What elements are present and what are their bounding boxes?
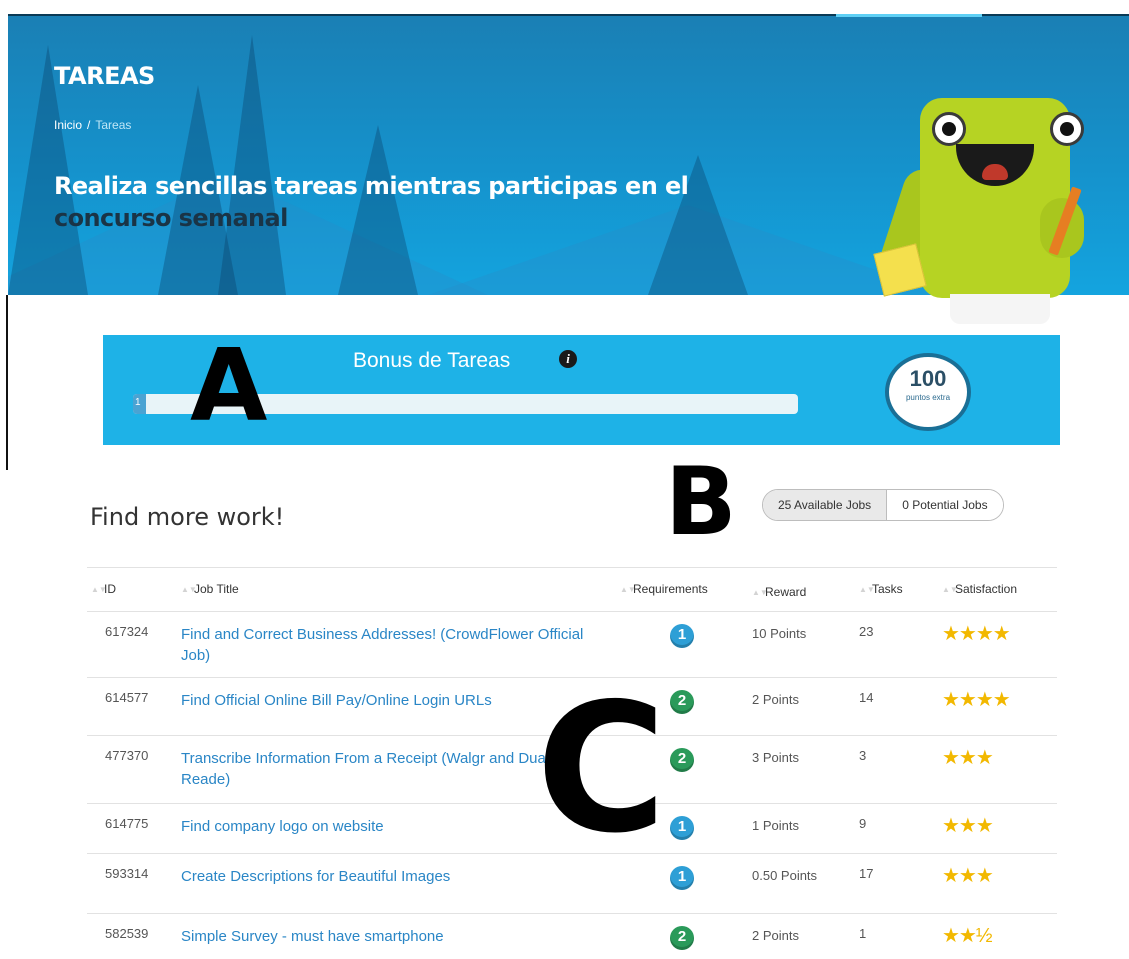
bonus-title: Bonus de Tareas <box>353 349 511 372</box>
annotation-letter-b: B <box>665 448 737 557</box>
job-title-link[interactable]: Find company logo on website <box>181 818 384 835</box>
satisfaction-rating: ★★★★ <box>942 624 1057 644</box>
breadcrumb-home-link[interactable]: Inicio <box>54 118 82 132</box>
level-badge-icon: 1 <box>670 816 694 840</box>
mascot-base <box>950 294 1050 324</box>
column-header-tasks-label: Tasks <box>872 582 903 596</box>
annotation-letter-a: A <box>190 327 268 444</box>
star-rating-icon: ★★½ <box>942 925 993 947</box>
column-header-tasks[interactable]: ▲▼Tasks <box>859 582 939 596</box>
headline-text: Realiza sencillas tareas mientras partic… <box>54 172 689 200</box>
mascot-left-eye <box>932 112 966 146</box>
bonus-points-value: 100 <box>909 366 947 391</box>
job-id: 614775 <box>105 816 149 831</box>
bonus-progress-label: 1 <box>135 397 141 408</box>
column-header-id-label: ID <box>104 582 116 596</box>
column-header-title[interactable]: ▲▼Job Title <box>181 582 611 596</box>
job-title-link[interactable]: Transcribe Information From a Receipt (W… <box>181 750 563 788</box>
job-reward: 2 Points <box>752 928 799 943</box>
satisfaction-rating: ★★★ <box>942 816 1057 836</box>
job-tasks: 17 <box>859 866 874 881</box>
satisfaction-rating: ★★★ <box>942 748 1057 768</box>
star-rating-icon: ★★★ <box>942 815 994 837</box>
sort-icon: ▲▼ <box>620 585 636 595</box>
column-header-title-label: Job Title <box>194 582 239 596</box>
sort-icon: ▲▼ <box>859 585 875 595</box>
table-header-row: ▲▼ID ▲▼Job Title ▲▼Requirements ▲▼Reward… <box>87 567 1057 611</box>
bonus-points-caption: puntos extra <box>905 393 951 402</box>
column-header-requirements-label: Requirements <box>633 582 708 596</box>
sort-icon: ▲▼ <box>91 585 107 595</box>
column-header-satisfaction-label: Satisfaction <box>955 582 1018 596</box>
mascot-right-eye <box>1050 112 1084 146</box>
monster-mascot-illustration <box>870 98 1110 338</box>
column-header-id[interactable]: ▲▼ID <box>87 582 177 596</box>
star-rating-icon: ★★★ <box>942 747 994 769</box>
satisfaction-rating: ★★★★ <box>942 690 1057 710</box>
sort-icon: ▲▼ <box>752 587 768 597</box>
page-title: TAREAS <box>54 62 155 90</box>
job-reward: 3 Points <box>752 750 799 765</box>
job-reward: 10 Points <box>752 626 807 641</box>
left-divider <box>6 295 8 470</box>
star-rating-icon: ★★★★ <box>942 689 1011 711</box>
banner-headline: Realiza sencillas tareas mientras partic… <box>54 170 794 234</box>
available-jobs-tab[interactable]: 25 Available Jobs <box>763 490 887 520</box>
level-badge-icon: 2 <box>670 690 694 714</box>
level-badge-icon: 2 <box>670 926 694 950</box>
job-id: 582539 <box>105 926 149 941</box>
job-title-link[interactable]: Find and Correct Business Addresses! (Cr… <box>181 626 583 664</box>
level-badge-icon: 2 <box>670 748 694 772</box>
job-id: 617324 <box>105 624 149 639</box>
bonus-points-badge: 100 puntos extra <box>885 353 971 431</box>
satisfaction-rating: ★★★ <box>942 866 1057 886</box>
breadcrumb-current: Tareas <box>95 118 132 132</box>
job-title-cell: Find and Correct Business Addresses! (Cr… <box>181 624 611 666</box>
job-id: 477370 <box>105 748 149 763</box>
jobs-filter-toggle: 25 Available Jobs 0 Potential Jobs <box>762 489 1004 521</box>
level-badge-icon: 1 <box>670 624 694 648</box>
annotation-letter-c: C <box>536 665 667 872</box>
breadcrumb: Inicio / Tareas <box>54 118 131 132</box>
jobs-heading: Find more work! <box>90 503 285 531</box>
level-badge-icon: 1 <box>670 866 694 890</box>
column-header-satisfaction[interactable]: ▲▼Satisfaction <box>942 582 1057 596</box>
sort-icon: ▲▼ <box>942 585 958 595</box>
potential-jobs-tab[interactable]: 0 Potential Jobs <box>886 490 1003 520</box>
job-tasks: 1 <box>859 926 867 941</box>
job-tasks: 9 <box>859 816 867 831</box>
job-reward: 1 Points <box>752 818 799 833</box>
job-title-link[interactable]: Create Descriptions for Beautiful Images <box>181 868 450 885</box>
job-id: 614577 <box>105 690 149 705</box>
nav-active-indicator <box>836 14 982 17</box>
info-icon[interactable]: i <box>559 350 577 368</box>
headline-highlight: concurso semanal <box>54 204 288 232</box>
job-tasks: 3 <box>859 748 867 763</box>
breadcrumb-separator: / <box>87 118 91 132</box>
star-rating-icon: ★★★★ <box>942 623 1011 645</box>
table-row: 582539 Simple Survey - must have smartpho… <box>87 913 1057 957</box>
satisfaction-rating: ★★½ <box>942 926 1057 946</box>
column-header-requirements[interactable]: ▲▼Requirements <box>620 582 730 596</box>
job-title-link[interactable]: Simple Survey - must have smartphone <box>181 928 444 945</box>
job-tasks: 14 <box>859 690 874 705</box>
job-id: 593314 <box>105 866 149 881</box>
sort-icon: ▲▼ <box>181 585 197 595</box>
job-title-cell: Simple Survey - must have smartphone <box>181 926 611 947</box>
job-title-link[interactable]: Find Official Online Bill Pay/Online Log… <box>181 692 492 709</box>
job-reward: 2 Points <box>752 692 799 707</box>
banner-tree <box>218 35 286 295</box>
job-tasks: 23 <box>859 624 874 639</box>
star-rating-icon: ★★★ <box>942 865 994 887</box>
job-reward: 0.50 Points <box>752 868 818 883</box>
column-header-reward[interactable]: ▲▼Reward <box>752 582 822 603</box>
column-header-reward-label: Reward <box>765 585 807 599</box>
mascot-tongue <box>982 164 1008 180</box>
